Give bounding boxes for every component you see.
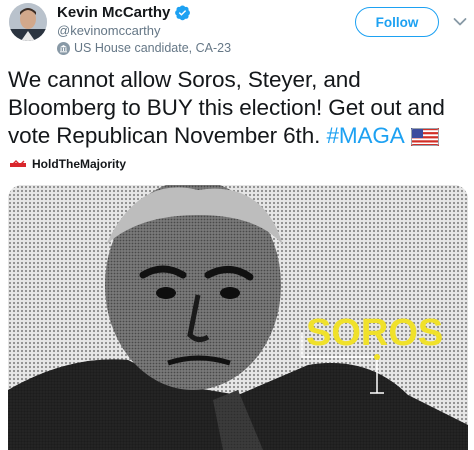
tweet-media-image[interactable]: SOROS: [8, 185, 468, 450]
government-building-icon: [57, 41, 70, 55]
overlay-title: SOROS: [306, 312, 443, 354]
display-name[interactable]: Kevin McCarthy: [57, 4, 170, 21]
follow-button[interactable]: Follow: [355, 7, 439, 37]
us-flag-icon: [410, 125, 439, 146]
verified-badge-icon: [174, 4, 191, 21]
holdthemajority-logo-icon: [10, 159, 26, 169]
promoter-name[interactable]: HoldTheMajority: [32, 157, 126, 171]
author-name-row: Kevin McCarthy: [57, 4, 191, 21]
avatar[interactable]: [9, 3, 47, 41]
promoted-by-row[interactable]: HoldTheMajority: [10, 157, 126, 171]
hashtag-link[interactable]: #MAGA: [326, 123, 404, 148]
tweet-card: Kevin McCarthy @kevinomccarthy US House …: [0, 0, 474, 450]
account-label-text: US House candidate, CA-23: [74, 41, 232, 55]
tweet-text: We cannot allow Soros, Steyer, and Bloom…: [8, 66, 470, 150]
chevron-down-icon[interactable]: [453, 14, 467, 26]
account-label: US House candidate, CA-23: [57, 41, 231, 55]
user-handle[interactable]: @kevinomccarthy: [57, 23, 161, 38]
